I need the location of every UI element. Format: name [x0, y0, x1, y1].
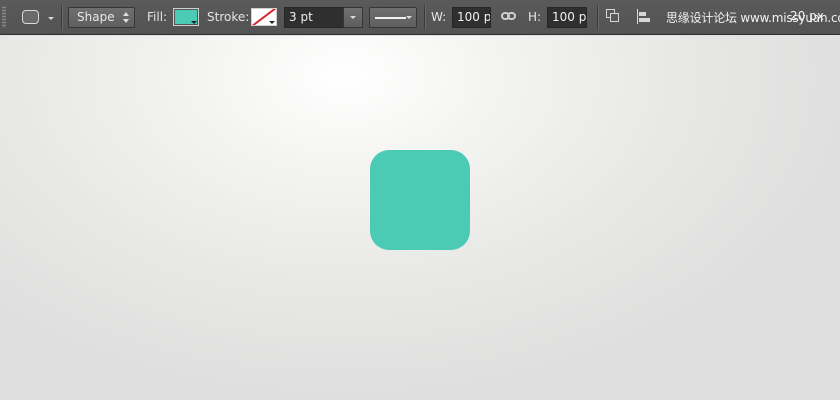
stroke-label: Stroke: [207, 10, 250, 24]
chevron-down-icon [350, 16, 356, 19]
tool-mode-label: Shape [77, 10, 115, 24]
stroke-color-swatch[interactable] [251, 8, 277, 26]
toolbar-separator [597, 5, 599, 30]
fill-dropdown-icon [191, 21, 197, 24]
path-operations-icon[interactable] [606, 9, 622, 26]
fill-label: Fill: [147, 10, 168, 24]
stroke-width-dropdown[interactable] [343, 7, 363, 28]
rounded-rectangle-shape[interactable] [370, 150, 470, 250]
document-canvas[interactable] [0, 36, 840, 400]
toolbar-separator [61, 5, 63, 30]
stroke-type-select[interactable] [369, 7, 417, 28]
chevron-down-icon [406, 16, 412, 19]
height-label: H: [528, 10, 542, 24]
radius-field[interactable]: 20 px [786, 7, 826, 28]
height-field[interactable]: 100 px [547, 7, 587, 28]
tool-preset-dropdown-icon[interactable] [48, 17, 54, 20]
stroke-dropdown-icon [269, 21, 275, 24]
fill-color-swatch[interactable] [173, 8, 199, 26]
link-dimensions-icon[interactable] [501, 12, 517, 22]
toolbar-grip[interactable] [2, 6, 6, 28]
toolbar-separator [424, 5, 426, 30]
solid-line-icon [375, 17, 406, 19]
stroke-width-field[interactable]: 3 pt [284, 7, 344, 28]
path-alignment-icon[interactable] [637, 9, 653, 26]
width-field[interactable]: 100 px [452, 7, 491, 28]
tool-mode-select[interactable]: Shape [68, 7, 135, 28]
options-toolbar: Shape Fill: Stroke: 3 pt W: 100 px H: 10… [0, 0, 840, 35]
width-label: W: [431, 10, 447, 24]
up-down-arrows-icon [123, 12, 129, 23]
rounded-rectangle-tool-icon[interactable] [22, 10, 39, 24]
